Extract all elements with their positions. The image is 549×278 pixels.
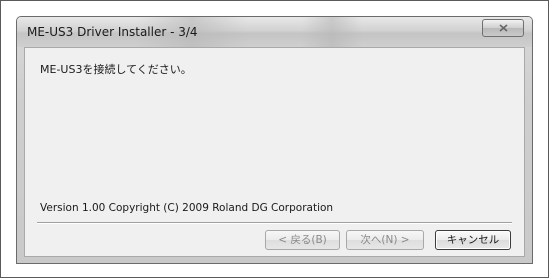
close-button[interactable] [482, 19, 524, 37]
version-copyright-text: Version 1.00 Copyright (C) 2009 Roland D… [40, 202, 334, 214]
back-button[interactable]: < 戻る(B) [265, 230, 340, 250]
title-bar-glare [302, 17, 362, 47]
next-button[interactable]: 次へ(N) > [346, 230, 424, 250]
installer-dialog: ME-US3 Driver Installer - 3/4 ME-US3を接続し… [16, 16, 533, 264]
image-frame: ME-US3 Driver Installer - 3/4 ME-US3を接続し… [0, 0, 549, 278]
window-title: ME-US3 Driver Installer - 3/4 [27, 25, 198, 39]
close-icon [498, 24, 508, 32]
connect-instruction: ME-US3を接続してください。 [40, 63, 192, 76]
cancel-button[interactable]: キャンセル [435, 230, 511, 250]
separator-line [37, 222, 512, 224]
dialog-client-area: ME-US3を接続してください。 Version 1.00 Copyright … [24, 47, 525, 257]
title-bar[interactable]: ME-US3 Driver Installer - 3/4 [17, 17, 532, 47]
